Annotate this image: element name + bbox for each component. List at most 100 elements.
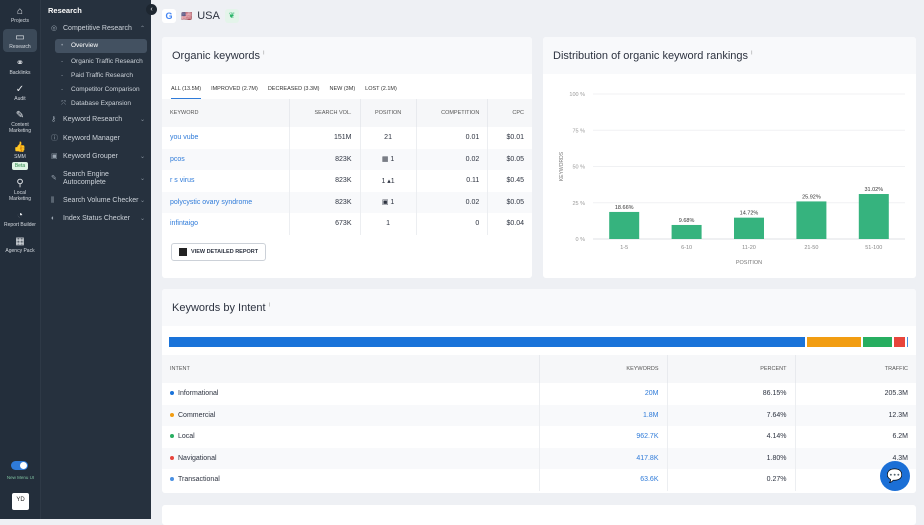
rail-item-audit[interactable]: ✓Audit bbox=[3, 81, 37, 104]
tab[interactable]: LOST (2.1M) bbox=[365, 86, 397, 99]
cell[interactable]: you vube bbox=[162, 127, 290, 149]
cell[interactable]: pcos bbox=[162, 149, 290, 171]
column-header: PERCENT bbox=[667, 355, 795, 383]
bullet-icon: - bbox=[61, 72, 71, 80]
sidebar-item[interactable]: ◐Index Status Checker⌄ bbox=[41, 210, 151, 228]
intent-segment[interactable] bbox=[807, 337, 862, 347]
edit-icon: ✎ bbox=[3, 110, 37, 122]
new-menu-toggle[interactable] bbox=[11, 461, 28, 470]
x-tick-label: 51-100 bbox=[865, 245, 882, 251]
rail-item-projects[interactable]: ⌂Projects bbox=[3, 3, 37, 26]
rail-item-agency-pack[interactable]: ▦Agency Pack bbox=[3, 233, 37, 256]
keywords-link[interactable]: 20M bbox=[539, 383, 667, 405]
bar[interactable] bbox=[796, 201, 826, 239]
column-header[interactable]: CPC bbox=[488, 99, 532, 127]
sidebar-item[interactable]: ⚷Keyword Research⌄ bbox=[41, 111, 151, 129]
avatar[interactable]: YD bbox=[12, 493, 29, 510]
sidebar-subitem[interactable]: •Overview bbox=[55, 39, 147, 53]
cell: 823K bbox=[290, 192, 360, 214]
y-tick-label: 0 % bbox=[576, 237, 586, 243]
chevron-down-icon: ⌄ bbox=[140, 116, 145, 124]
sidebar-subitem[interactable]: -Paid Traffic Research bbox=[41, 69, 151, 83]
rail-item-smm[interactable]: 👍SMMBeta bbox=[3, 139, 37, 172]
rail-item-research[interactable]: ▭Research bbox=[3, 29, 37, 52]
chat-button[interactable]: 💬 bbox=[880, 461, 910, 491]
intent-segment[interactable] bbox=[894, 337, 905, 347]
cell: ▣ 1 bbox=[360, 192, 416, 214]
intent-segment[interactable] bbox=[169, 337, 805, 347]
sidebar-subitem[interactable]: -Organic Traffic Research bbox=[41, 55, 151, 69]
tab[interactable]: NEW (3M) bbox=[329, 86, 355, 99]
rail-item-local-marketing[interactable]: ⚲Local Marketing bbox=[3, 175, 37, 204]
keywords-link[interactable]: 1.8M bbox=[539, 405, 667, 427]
toggle-label: New Menu UI bbox=[0, 475, 41, 480]
tab[interactable]: ALL (13.5M) bbox=[171, 86, 201, 99]
bullet-icon: • bbox=[61, 42, 71, 50]
cell: $0.05 bbox=[488, 149, 532, 171]
column-header[interactable]: COMPETITION bbox=[416, 99, 488, 127]
info-icon[interactable]: i bbox=[263, 50, 264, 56]
chevron-up-icon: ⌃ bbox=[140, 25, 145, 33]
rail-item-report-builder[interactable]: ◔Report Builder bbox=[3, 207, 37, 230]
percent: 4.14% bbox=[667, 426, 795, 448]
sidebar-item-competitive-research[interactable]: ◎Competitive Research⌃ bbox=[41, 21, 151, 37]
intent-dot bbox=[170, 456, 174, 460]
keywords-link[interactable]: 962.7K bbox=[539, 426, 667, 448]
column-header[interactable]: POSITION bbox=[360, 99, 416, 127]
info-icon[interactable]: i bbox=[751, 50, 752, 56]
bar[interactable] bbox=[672, 225, 702, 239]
sidebar-item[interactable]: ⓘKeyword Manager bbox=[41, 129, 151, 148]
tab[interactable]: DECREASED (3.3M) bbox=[268, 86, 320, 99]
cell[interactable]: r s virus bbox=[162, 170, 290, 192]
data-label: 14.72% bbox=[740, 211, 759, 217]
info-icon[interactable]: i bbox=[269, 302, 270, 308]
cell[interactable]: polycystic ovary syndrome bbox=[162, 192, 290, 214]
bar[interactable] bbox=[859, 194, 889, 239]
tab[interactable]: IMPROVED (2.7M) bbox=[211, 86, 258, 99]
intent-segment[interactable] bbox=[863, 337, 892, 347]
google-icon: G bbox=[162, 9, 176, 23]
sidebar-subitem[interactable]: -Competitor Comparison bbox=[41, 83, 151, 97]
cell[interactable]: infintaigo bbox=[162, 213, 290, 235]
rail-item-content-marketing[interactable]: ✎Content Marketing bbox=[3, 107, 37, 136]
card-title: Organic keywords bbox=[172, 50, 260, 62]
cell: ▦ 1 bbox=[360, 149, 416, 171]
column-header[interactable]: KEYWORD bbox=[162, 99, 290, 127]
sidebar-item[interactable]: ▣Keyword Grouper⌄ bbox=[41, 148, 151, 166]
keywords-link[interactable]: 417.8K bbox=[539, 448, 667, 470]
tool-icon: ⫼ bbox=[51, 197, 61, 205]
table-row: Transactional63.6K0.27% bbox=[162, 469, 916, 491]
leaf-icon[interactable]: ❦ bbox=[225, 9, 239, 23]
intent-stacked-bar bbox=[169, 337, 909, 347]
rail-item-backlinks[interactable]: ⚭Backlinks bbox=[3, 55, 37, 78]
table-row: r s virus823K1 ▴10.11$0.45 bbox=[162, 170, 532, 192]
building-icon: ▦ bbox=[3, 236, 37, 248]
y-tick-label: 50 % bbox=[572, 165, 585, 171]
organic-keywords-table: KEYWORDSEARCH VOL.POSITIONCOMPETITIONCPC… bbox=[162, 99, 532, 235]
next-card bbox=[162, 505, 916, 525]
intent-dot bbox=[170, 434, 174, 438]
tool-icon: ◐ bbox=[51, 215, 61, 223]
sidebar-item[interactable]: ✎Search Engine Autocomplete⌄ bbox=[41, 166, 151, 192]
intent-dot bbox=[170, 413, 174, 417]
distribution-card: Distribution of organic keyword rankings… bbox=[543, 37, 916, 278]
bar[interactable] bbox=[609, 212, 639, 239]
bar[interactable] bbox=[734, 218, 764, 239]
data-label: 18.66% bbox=[615, 205, 634, 211]
column-header: TRAFFIC bbox=[795, 355, 916, 383]
y-tick-label: 75 % bbox=[572, 128, 585, 134]
percent: 7.64% bbox=[667, 405, 795, 427]
collapse-sidebar-button[interactable]: ‹ bbox=[146, 4, 157, 15]
database-selector[interactable]: G 🇺🇸 USA ❦ bbox=[162, 9, 239, 23]
main-nav-rail: ⌂Projects ▭Research ⚭Backlinks ✓Audit ✎Conte… bbox=[0, 0, 41, 519]
keywords-link[interactable]: 63.6K bbox=[539, 469, 667, 491]
x-tick-label: 1-5 bbox=[620, 245, 628, 251]
cell: 0.11 bbox=[416, 170, 488, 192]
sidebar-item[interactable]: ⫼Search Volume Checker⌄ bbox=[41, 192, 151, 210]
view-detailed-report-button[interactable]: VIEW DETAILED REPORT bbox=[171, 243, 266, 261]
sidebar-subitem[interactable]: ⤧Database Expansion bbox=[41, 97, 151, 111]
cell: $0.45 bbox=[488, 170, 532, 192]
column-header[interactable]: SEARCH VOL. bbox=[290, 99, 360, 127]
tool-icon: ▣ bbox=[51, 153, 61, 161]
pin-icon: ⚲ bbox=[3, 178, 37, 190]
